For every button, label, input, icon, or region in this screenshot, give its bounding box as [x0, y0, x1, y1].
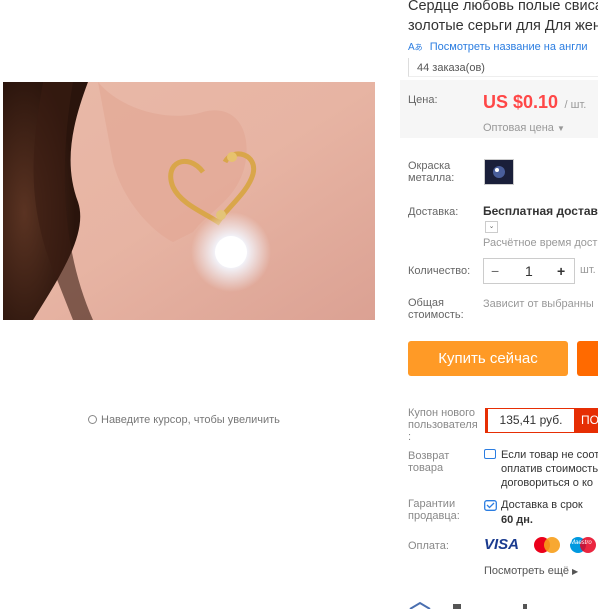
quantity-plus-button[interactable]: + — [557, 259, 565, 283]
price-unit: / шт. — [564, 99, 587, 111]
returns-label-line1: Возврат — [408, 450, 450, 462]
returns-label: Возврат товара — [408, 450, 449, 474]
price-value: US $0.10 — [483, 92, 559, 112]
coupon-label-line2: пользователя — [408, 419, 478, 431]
guarantee-label-line1: Гарантии — [408, 498, 456, 510]
maestro-text: Maestro — [570, 540, 592, 546]
quantity-label: Количество: — [408, 265, 471, 277]
guarantee-text-line2: 60 дн. — [501, 514, 533, 526]
total-value: Зависит от выбранны — [483, 298, 594, 310]
search-icon — [88, 415, 97, 424]
wholesale-price[interactable]: Оптовая цена ▼ — [483, 122, 565, 134]
translate-link-text[interactable]: Посмотреть название на англи — [430, 41, 588, 53]
coupon-label-line3: : — [408, 431, 412, 443]
color-label: Окраска металла: — [408, 160, 454, 184]
shipping-value: Бесплатная доставка — [483, 204, 598, 218]
add-to-cart-button[interactable] — [577, 341, 598, 376]
product-details: Сердце любовь полые свисаю золотые серьг… — [400, 0, 598, 610]
translate-link[interactable]: Aあ Посмотреть название на англи — [408, 41, 588, 53]
total-label: Общая стоимость: — [408, 297, 464, 321]
see-more-payment[interactable]: Посмотреть ещё ▶ — [484, 565, 578, 577]
returns-text-line2: оплатив стоимость — [501, 463, 598, 475]
coupon-label-line1: Купон нового — [408, 407, 476, 419]
quantity-minus-button[interactable]: − — [491, 259, 499, 283]
see-more-text[interactable]: Посмотреть ещё — [484, 565, 569, 577]
color-label-line2: металла: — [408, 172, 455, 184]
returns-label-line2: товара — [408, 462, 444, 474]
product-image[interactable] — [3, 82, 375, 320]
title-line-2: золотые серьги для Для женщ — [408, 18, 598, 34]
wholesale-label[interactable]: Оптовая цена — [483, 122, 554, 134]
buy-now-button[interactable]: Купить сейчас — [408, 341, 568, 376]
color-label-line1: Окраска — [408, 160, 451, 172]
coupon-label: Купон нового пользователя : — [408, 407, 478, 443]
payment-label: Оплата: — [408, 540, 449, 552]
returns-text-line1: Если товар не соот — [501, 449, 598, 461]
returns-text-line3: договориться о ко — [501, 477, 594, 489]
return-policy-icon — [484, 449, 496, 459]
shipping-estimate: Расчётное время дост — [483, 237, 598, 249]
coupon-get-button[interactable]: ПО — [575, 408, 598, 433]
coupon-value: 135,41 руб. — [485, 408, 575, 433]
color-swatch-image — [485, 160, 513, 184]
shipping-dropdown-icon[interactable]: ⌄ — [485, 221, 498, 233]
total-label-line1: Общая — [408, 297, 444, 309]
maestro-logo: Maestro — [568, 536, 598, 554]
caret-down-icon: ▼ — [556, 124, 565, 133]
guarantee-text: Доставка в срок 60 дн. — [501, 498, 583, 528]
returns-text: Если товар не соот оплатив стоимость дог… — [501, 448, 598, 490]
earring-photo — [3, 82, 375, 320]
price: US $0.10 / шт. — [483, 92, 586, 113]
quantity-input[interactable]: 1 — [525, 259, 533, 283]
price-label: Цена: — [408, 94, 438, 106]
shipping-label: Доставка: — [408, 206, 459, 218]
guarantee-label: Гарантии продавца: — [408, 498, 460, 522]
translate-icon: Aあ — [408, 42, 423, 53]
product-title: Сердце любовь полые свисаю золотые серьг… — [408, 0, 598, 36]
quantity-unit: шт. — [580, 264, 596, 276]
mastercard-logo — [532, 536, 562, 554]
quantity-stepper[interactable]: − 1 + — [483, 258, 575, 284]
title-line-1: Сердце любовь полые свисаю — [408, 0, 598, 14]
zoom-hint: Наведите курсор, чтобы увеличить — [88, 414, 280, 426]
orders-box: 44 заказа(ов) — [408, 58, 598, 77]
on-time-delivery-icon — [484, 498, 497, 511]
total-label-line2: стоимость: — [408, 309, 464, 321]
guarantee-text-line1: Доставка в срок — [501, 499, 583, 511]
visa-logo: VISA — [484, 536, 520, 553]
zoom-hint-text: Наведите курсор, чтобы увеличить — [101, 414, 280, 426]
color-option-gold[interactable] — [484, 159, 514, 185]
orders-count: 44 заказа(ов) — [417, 62, 485, 74]
chevron-right-icon: ▶ — [572, 567, 579, 576]
partial-row — [408, 596, 598, 610]
guarantee-label-line2: продавца: — [408, 510, 460, 522]
